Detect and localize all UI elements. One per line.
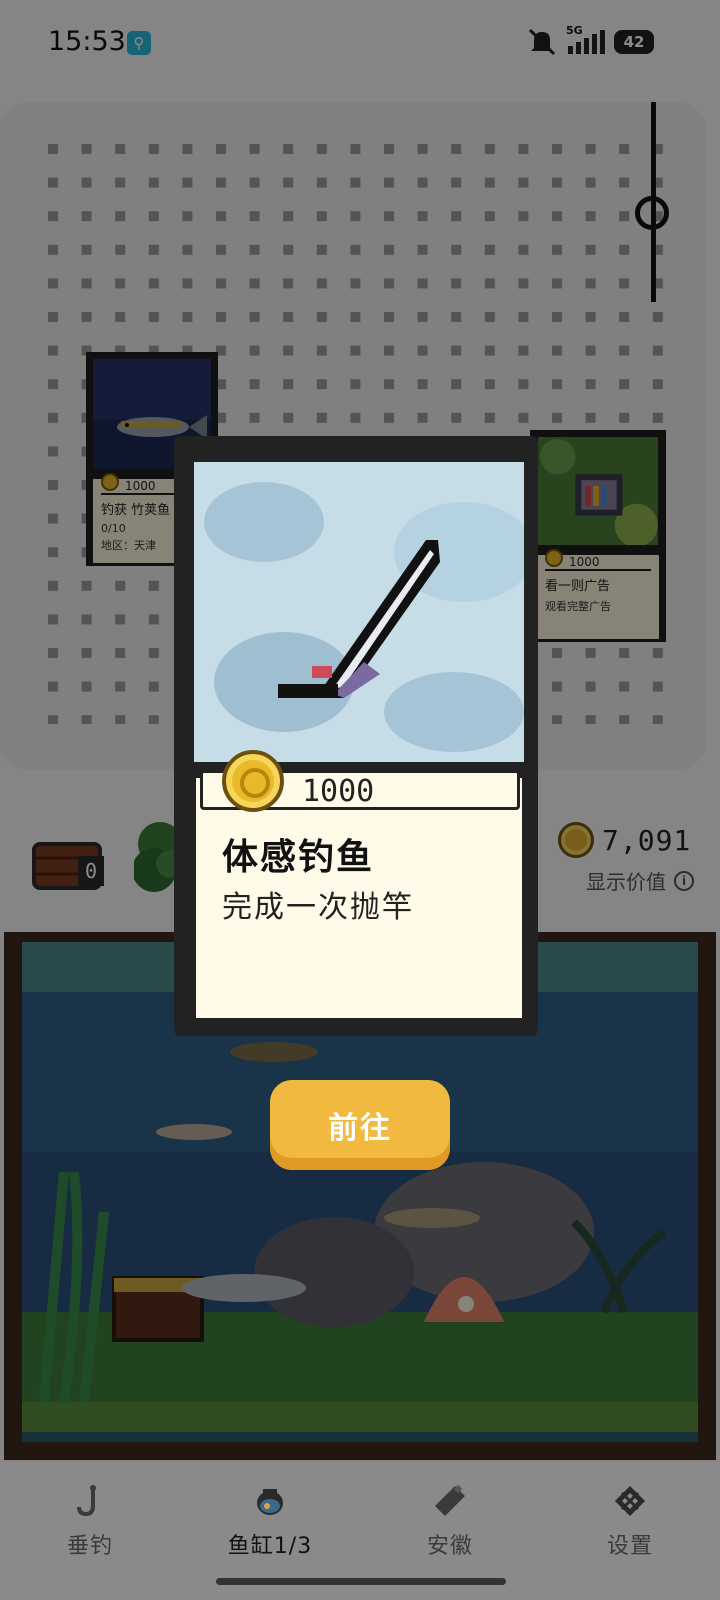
hook-icon [77, 1485, 96, 1517]
home-indicator[interactable] [216, 1578, 506, 1585]
settings-icon [615, 1486, 645, 1516]
fishbowl-icon [257, 1489, 283, 1515]
nav-item-fishing[interactable]: 垂钓 [0, 1462, 180, 1600]
go-button[interactable]: 前往 [270, 1080, 450, 1170]
sword-icon [194, 462, 524, 762]
coin-icon [222, 750, 284, 812]
nav-label: 鱼缸1/3 [227, 1534, 313, 1559]
bottle-icon [435, 1484, 465, 1516]
nav-item-settings[interactable]: 设置 [540, 1462, 720, 1600]
modal-price: 1000 [302, 774, 375, 809]
nav-label: 安徽 [426, 1534, 473, 1559]
modal-title: 体感钓鱼 [222, 837, 375, 878]
nav-label: 设置 [606, 1534, 653, 1559]
modal-description: 完成一次抛竿 [222, 890, 414, 925]
nav-label: 垂钓 [66, 1534, 113, 1559]
